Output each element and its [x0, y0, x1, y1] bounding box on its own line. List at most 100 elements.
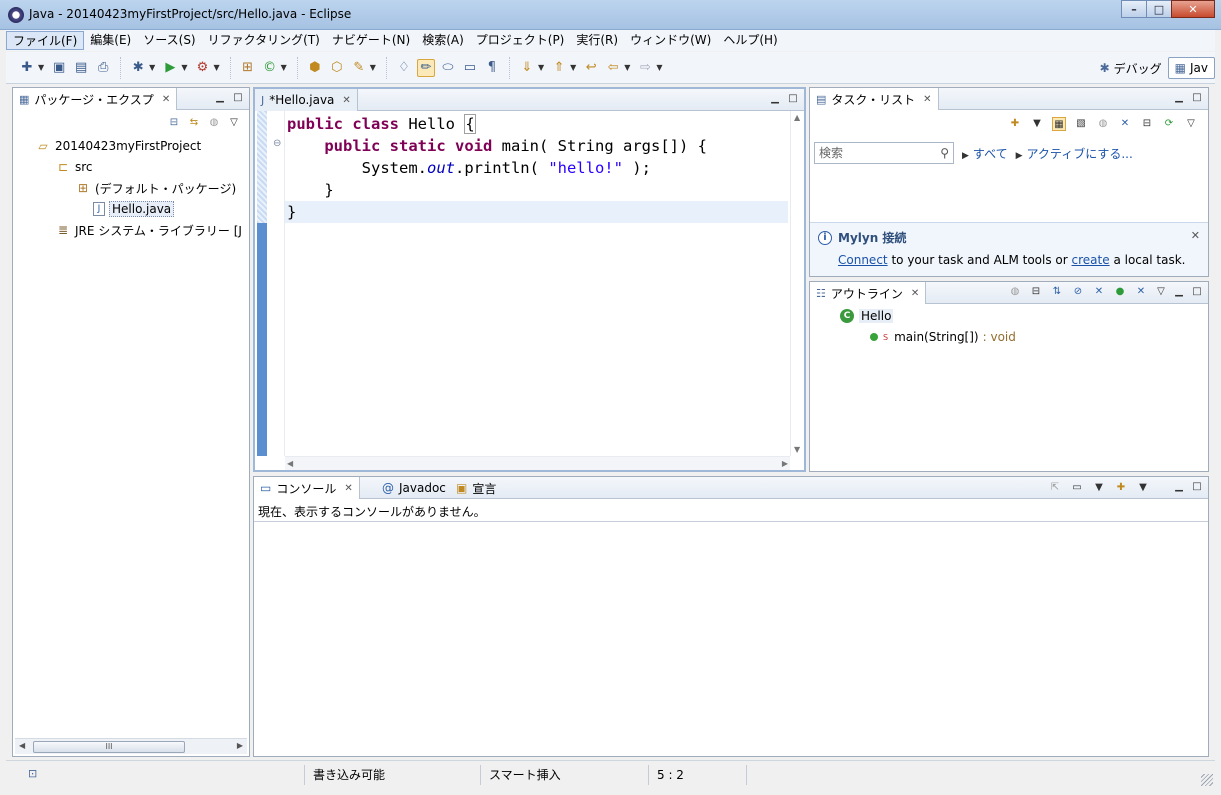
scroll-left-icon[interactable]: ◀: [19, 741, 25, 750]
minimize-view-icon[interactable]: ▁: [213, 91, 227, 105]
tab-console[interactable]: ▭ コンソール ✕: [254, 477, 360, 499]
pin-console-icon[interactable]: ⇱: [1048, 481, 1062, 495]
close-button[interactable]: ✕: [1171, 0, 1215, 18]
menu-run[interactable]: 実行(R): [570, 31, 624, 50]
menu-edit[interactable]: 編集(E): [84, 31, 137, 50]
open-type-icon[interactable]: ⬢: [306, 59, 324, 77]
open-task-icon[interactable]: ⬡: [328, 59, 346, 77]
new-icon[interactable]: ✚: [18, 59, 36, 77]
debug-icon[interactable]: ✱: [129, 59, 147, 77]
editor-hscroll[interactable]: ◀ ▶: [285, 456, 790, 470]
minimize-view-icon[interactable]: ▁: [768, 92, 782, 106]
minimize-view-icon[interactable]: ▁: [1172, 480, 1186, 494]
code-text[interactable]: public class Hello { public static void …: [285, 113, 788, 223]
close-tab-icon[interactable]: ✕: [162, 94, 170, 105]
tree-item-project[interactable]: ▱ 20140423myFirstProject: [35, 136, 201, 156]
activate-link-group[interactable]: ▶ アクティブにする...: [1016, 145, 1133, 162]
minimize-view-icon[interactable]: ▁: [1172, 91, 1186, 105]
tab-outline[interactable]: ☷ アウトライン ✕: [810, 282, 927, 304]
last-edit-icon[interactable]: ↩: [582, 59, 600, 77]
link-with-editor-icon[interactable]: ⇆: [187, 116, 201, 130]
prev-annotation-dropdown-icon[interactable]: ▼: [570, 63, 576, 72]
perspective-debug[interactable]: ✱ デバッグ: [1094, 57, 1168, 79]
scroll-right-icon[interactable]: ▶: [237, 741, 243, 750]
scroll-thumb[interactable]: III: [33, 741, 185, 753]
fast-view-icon[interactable]: ⊡: [28, 767, 37, 780]
code-editor[interactable]: ⊖ public class Hello { public static voi…: [255, 111, 804, 470]
fold-collapse-icon[interactable]: ⊖: [273, 138, 281, 149]
collapse-all-icon[interactable]: ⊟: [167, 116, 181, 130]
focus-active-task-icon[interactable]: ◍: [207, 116, 221, 130]
scheduled-icon[interactable]: ▧: [1074, 117, 1088, 131]
collapse-all-icon[interactable]: ⊟: [1029, 285, 1043, 299]
close-icon[interactable]: ✕: [1191, 229, 1200, 242]
menu-refactor[interactable]: リファクタリング(T): [202, 31, 326, 50]
menu-window[interactable]: ウィンドウ(W): [624, 31, 717, 50]
prev-annotation-icon[interactable]: ⇑: [550, 59, 568, 77]
search-tool-icon[interactable]: ✎: [350, 59, 368, 77]
display-console-icon[interactable]: ▭: [1070, 481, 1084, 495]
run-icon[interactable]: ▶: [161, 59, 179, 77]
search-icon[interactable]: ⚲: [940, 146, 949, 160]
maximize-view-icon[interactable]: □: [1190, 480, 1204, 494]
focus-active-task-icon[interactable]: ◍: [1008, 285, 1022, 299]
menu-navigate[interactable]: ナビゲート(N): [326, 31, 416, 50]
outline-item-class[interactable]: C Hello: [840, 306, 894, 326]
hide-static-icon[interactable]: ✕: [1092, 285, 1106, 299]
view-menu-icon[interactable]: ▽: [1154, 285, 1168, 299]
open-console-icon[interactable]: ✚: [1114, 481, 1128, 495]
maximize-view-icon[interactable]: □: [231, 91, 245, 105]
editor-vscroll[interactable]: ▲ ▼: [790, 111, 804, 456]
next-annotation-dropdown-icon[interactable]: ▼: [538, 63, 544, 72]
menu-help[interactable]: ヘルプ(H): [717, 31, 783, 50]
connect-link[interactable]: Connect: [838, 253, 888, 267]
tree-item-default-package[interactable]: ⊞ (デフォルト・パッケージ): [75, 178, 236, 198]
menu-search[interactable]: 検索(A): [416, 31, 470, 50]
highlight-icon[interactable]: ✏: [416, 58, 435, 77]
display-console-dropdown-icon[interactable]: ▼: [1092, 481, 1106, 495]
scroll-left-icon[interactable]: ◀: [287, 459, 293, 468]
package-explorer-hscroll[interactable]: ◀ III ▶: [15, 738, 247, 754]
new-dropdown-icon[interactable]: ▼: [38, 63, 44, 72]
back-dropdown-icon[interactable]: ▼: [624, 63, 630, 72]
close-tab-icon[interactable]: ✕: [923, 94, 931, 105]
print-icon[interactable]: ⎙: [94, 59, 112, 77]
task-search-input[interactable]: [819, 146, 929, 160]
tree-item-hello-java[interactable]: J Hello.java: [93, 199, 175, 219]
view-menu-icon[interactable]: ▽: [1184, 117, 1198, 131]
forward-icon[interactable]: ⇨: [636, 59, 654, 77]
external-tools-dropdown-icon[interactable]: ▼: [213, 63, 219, 72]
hide-nonpublic-icon[interactable]: ●: [1113, 285, 1127, 299]
next-annotation-icon[interactable]: ⇓: [518, 59, 536, 77]
maximize-view-icon[interactable]: □: [786, 92, 800, 106]
open-console-dropdown-icon[interactable]: ▼: [1136, 481, 1150, 495]
tab-package-explorer[interactable]: ▦ パッケージ・エクスプ ✕: [13, 88, 178, 110]
external-tools-icon[interactable]: ⚙: [193, 59, 211, 77]
scroll-right-icon[interactable]: ▶: [782, 459, 788, 468]
view-menu-icon[interactable]: ▽: [227, 116, 241, 130]
new-class-icon[interactable]: ©: [261, 59, 279, 77]
create-link[interactable]: create: [1072, 253, 1110, 267]
activate-task-link[interactable]: アクティブにする...: [1027, 147, 1133, 161]
close-tab-icon[interactable]: ✕: [342, 95, 350, 106]
all-tasks-link[interactable]: すべて: [973, 147, 1008, 161]
scroll-down-icon[interactable]: ▼: [794, 445, 800, 454]
close-tab-icon[interactable]: ✕: [344, 483, 352, 494]
task-search-box[interactable]: ⚲: [814, 142, 954, 164]
debug-dropdown-icon[interactable]: ▼: [149, 63, 155, 72]
hide-completed-icon[interactable]: ✕: [1118, 117, 1132, 131]
categorized-icon[interactable]: ▦: [1052, 117, 1066, 131]
minimize-view-icon[interactable]: ▁: [1172, 285, 1186, 299]
collapse-all-icon[interactable]: ⊟: [1140, 117, 1154, 131]
tab-javadoc[interactable]: @ Javadoc: [376, 477, 452, 499]
maximize-button[interactable]: □: [1146, 0, 1172, 18]
show-source-icon[interactable]: ▭: [461, 59, 479, 77]
new-task-dropdown-icon[interactable]: ▼: [1030, 117, 1044, 131]
save-icon[interactable]: ▣: [50, 59, 68, 77]
tab-hello-java[interactable]: J *Hello.java ✕: [255, 89, 358, 111]
resize-grip[interactable]: [1201, 774, 1213, 786]
tree-item-src[interactable]: ⊏ src: [55, 157, 93, 177]
scroll-up-icon[interactable]: ▲: [794, 113, 800, 122]
menu-source[interactable]: ソース(S): [137, 31, 201, 50]
focus-workweek-icon[interactable]: ◍: [1096, 117, 1110, 131]
